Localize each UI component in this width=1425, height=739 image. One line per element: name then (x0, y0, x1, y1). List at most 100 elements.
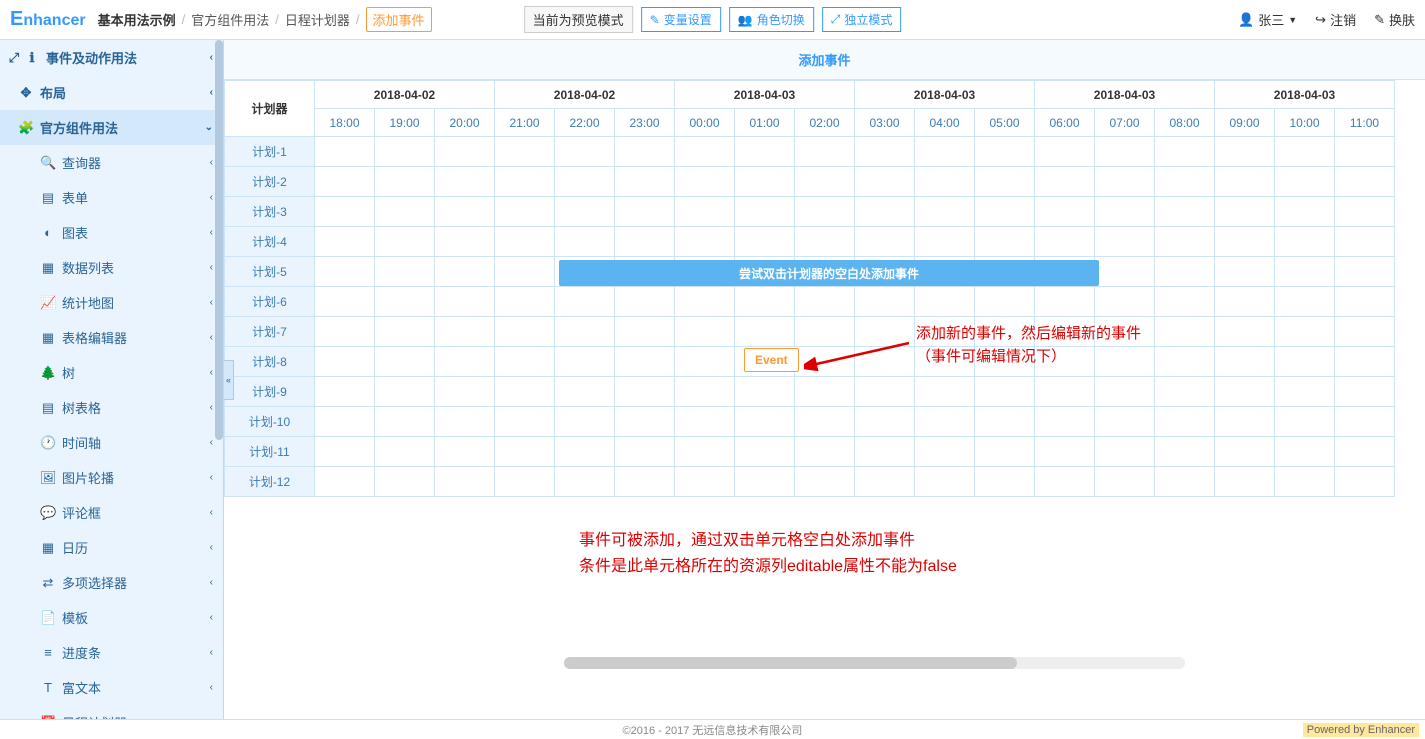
schedule-cell[interactable] (795, 167, 855, 197)
schedule-cell[interactable] (615, 317, 675, 347)
schedule-cell[interactable] (915, 407, 975, 437)
schedule-cell[interactable] (1215, 317, 1275, 347)
schedule-cell[interactable] (1335, 227, 1395, 257)
schedule-cell[interactable] (615, 197, 675, 227)
schedule-cell[interactable] (855, 407, 915, 437)
schedule-cell[interactable] (495, 467, 555, 497)
schedule-cell[interactable] (1155, 377, 1215, 407)
schedule-cell[interactable] (675, 197, 735, 227)
schedule-cell[interactable] (915, 437, 975, 467)
schedule-cell[interactable] (975, 407, 1035, 437)
schedule-cell[interactable] (795, 467, 855, 497)
schedule-cell[interactable] (435, 227, 495, 257)
schedule-cell[interactable] (795, 287, 855, 317)
variable-settings-button[interactable]: ✎变量设置 (641, 7, 721, 32)
schedule-cell[interactable] (675, 407, 735, 437)
schedule-cell[interactable] (1215, 137, 1275, 167)
schedule-cell[interactable] (1275, 437, 1335, 467)
schedule-cell[interactable] (795, 227, 855, 257)
sidebar-item[interactable]: ▦表格编辑器‹ (0, 320, 223, 355)
schedule-cell[interactable] (315, 467, 375, 497)
schedule-cell[interactable] (555, 437, 615, 467)
schedule-cell[interactable] (915, 137, 975, 167)
schedule-cell[interactable] (555, 467, 615, 497)
schedule-cell[interactable] (735, 377, 795, 407)
schedule-cell[interactable] (1155, 137, 1215, 167)
schedule-cell[interactable] (495, 377, 555, 407)
schedule-cell[interactable] (1215, 167, 1275, 197)
schedule-cell[interactable] (1155, 167, 1215, 197)
sidebar-item[interactable]: 📈统计地图‹ (0, 285, 223, 320)
schedule-cell[interactable] (1275, 347, 1335, 377)
schedule-cell[interactable] (975, 377, 1035, 407)
schedule-cell[interactable] (615, 167, 675, 197)
schedule-cell[interactable] (675, 437, 735, 467)
schedule-cell[interactable] (1035, 347, 1095, 377)
schedule-cell[interactable] (915, 347, 975, 377)
schedule-cell[interactable] (1095, 197, 1155, 227)
schedule-cell[interactable] (615, 407, 675, 437)
schedule-cell[interactable] (495, 167, 555, 197)
horizontal-scrollbar-thumb[interactable] (564, 657, 1017, 669)
schedule-cell[interactable] (1215, 287, 1275, 317)
schedule-cell[interactable] (975, 167, 1035, 197)
schedule-cell[interactable] (855, 167, 915, 197)
schedule-cell[interactable] (675, 467, 735, 497)
schedule-cell[interactable] (315, 437, 375, 467)
schedule-cell[interactable] (495, 257, 555, 287)
schedule-cell[interactable] (735, 167, 795, 197)
sidebar-item[interactable]: ✥布局‹ (0, 75, 223, 110)
schedule-cell[interactable] (1155, 287, 1215, 317)
schedule-cell[interactable] (315, 257, 375, 287)
sidebar-item[interactable]: 📄模板‹ (0, 600, 223, 635)
schedule-cell[interactable] (435, 317, 495, 347)
sidebar-item[interactable]: 📅日程计划器⌄ (0, 705, 223, 719)
schedule-cell[interactable] (855, 377, 915, 407)
schedule-cell[interactable] (735, 287, 795, 317)
schedule-cell[interactable] (1035, 407, 1095, 437)
schedule-cell[interactable] (915, 377, 975, 407)
schedule-cell[interactable] (435, 347, 495, 377)
schedule-cell[interactable] (675, 167, 735, 197)
schedule-cell[interactable] (1155, 197, 1215, 227)
schedule-cell[interactable] (315, 137, 375, 167)
schedule-cell[interactable] (1335, 197, 1395, 227)
horizontal-scrollbar[interactable] (564, 657, 1185, 669)
sidebar-item[interactable]: 💬评论框‹ (0, 495, 223, 530)
schedule-cell[interactable] (675, 347, 735, 377)
schedule-cell[interactable] (1035, 167, 1095, 197)
schedule-cell[interactable] (1335, 407, 1395, 437)
sidebar-item[interactable]: 🖼图片轮播‹ (0, 460, 223, 495)
schedule-cell[interactable] (795, 377, 855, 407)
logout-button[interactable]: ↪注销 (1315, 10, 1356, 29)
schedule-cell[interactable] (675, 227, 735, 257)
schedule-cell[interactable] (735, 467, 795, 497)
sidebar-item[interactable]: ⤢ℹ事件及动作用法‹ (0, 40, 223, 75)
schedule-cell[interactable] (1335, 167, 1395, 197)
schedule-cell[interactable] (495, 197, 555, 227)
sidebar-item[interactable]: ◐图表‹ (0, 215, 223, 250)
schedule-cell[interactable] (915, 197, 975, 227)
schedule-cell[interactable] (1035, 467, 1095, 497)
schedule-cell[interactable] (795, 317, 855, 347)
schedule-cell[interactable] (1095, 407, 1155, 437)
schedule-cell[interactable] (1035, 287, 1095, 317)
schedule-cell[interactable] (1095, 227, 1155, 257)
schedule-cell[interactable] (555, 407, 615, 437)
schedule-cell[interactable] (1335, 467, 1395, 497)
schedule-cell[interactable] (1095, 287, 1155, 317)
schedule-cell[interactable] (975, 197, 1035, 227)
schedule-cell[interactable] (315, 347, 375, 377)
schedule-cell[interactable] (735, 227, 795, 257)
schedule-cell[interactable] (375, 167, 435, 197)
schedule-cell[interactable] (735, 407, 795, 437)
schedule-cell[interactable] (495, 287, 555, 317)
schedule-cell[interactable] (1095, 137, 1155, 167)
schedule-cell[interactable] (855, 137, 915, 167)
schedule-cell[interactable] (1155, 467, 1215, 497)
schedule-cell[interactable] (615, 287, 675, 317)
schedule-cell[interactable] (1155, 437, 1215, 467)
schedule-cell[interactable] (435, 287, 495, 317)
schedule-cell[interactable] (1095, 257, 1155, 287)
event-item[interactable]: Event (744, 348, 799, 372)
